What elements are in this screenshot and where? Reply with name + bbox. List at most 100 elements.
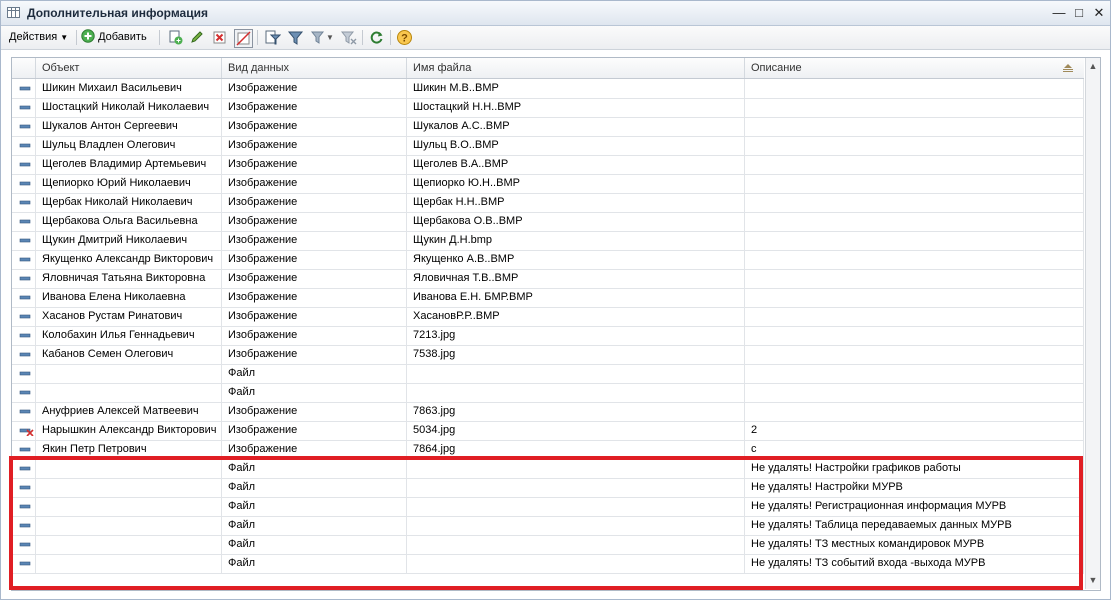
cell-data-type[interactable]: Изображение — [222, 117, 407, 136]
cell-description[interactable]: Не удалять! Настройки графиков работы — [745, 459, 1084, 478]
filter-by-value-icon[interactable] — [287, 29, 304, 46]
cell-file-name[interactable]: 7863.jpg — [407, 402, 745, 421]
cell-description[interactable] — [745, 288, 1084, 307]
table-row[interactable]: Якущенко Александр Викторович Изображение… — [12, 250, 1084, 270]
scroll-down-arrow-icon[interactable]: ▼ — [1088, 575, 1098, 585]
table-row[interactable]: Файл — [12, 383, 1084, 403]
table-row[interactable]: Щербак Николай Николаевич Изображение Щерб… — [12, 193, 1084, 213]
cell-file-name[interactable] — [407, 497, 745, 516]
cell-description[interactable] — [745, 326, 1084, 345]
cell-description[interactable] — [745, 117, 1084, 136]
cell-description[interactable] — [745, 174, 1084, 193]
edit-pencil-icon[interactable] — [189, 29, 206, 46]
table-row[interactable]: Шостацкий Николай Николаевич Изображение Ш… — [12, 98, 1084, 118]
table-row[interactable]: Файл Не удалять! Настройки МУРВ — [12, 478, 1084, 498]
cell-description[interactable] — [745, 269, 1084, 288]
clear-filter-icon[interactable] — [340, 29, 357, 46]
refresh-icon[interactable] — [368, 29, 385, 46]
cell-file-name[interactable]: Щеголев В.А..BMP — [407, 155, 745, 174]
table-row[interactable]: Шульц Владлен Олегович Изображение Шульц В… — [12, 136, 1084, 156]
table-row[interactable]: Файл Не удалять! Настройки графиков работ… — [12, 459, 1084, 479]
cell-object[interactable] — [36, 364, 222, 383]
cell-data-type[interactable]: Файл — [222, 478, 407, 497]
cell-file-name[interactable]: 7864.jpg — [407, 440, 745, 459]
cell-file-name[interactable]: Шостацкий Н.Н..BMP — [407, 98, 745, 117]
table-row[interactable]: Файл Не удалять! ТЗ событий входа -выхода… — [12, 554, 1084, 574]
cell-object[interactable]: Шульц Владлен Олегович — [36, 136, 222, 155]
cell-file-name[interactable] — [407, 516, 745, 535]
cell-data-type[interactable]: Изображение — [222, 174, 407, 193]
cell-object[interactable] — [36, 516, 222, 535]
cell-file-name[interactable] — [407, 535, 745, 554]
cell-data-type[interactable]: Изображение — [222, 269, 407, 288]
cell-file-name[interactable]: Щербак Н.Н..BMP — [407, 193, 745, 212]
cell-data-type[interactable]: Файл — [222, 364, 407, 383]
table-row[interactable]: Щукин Дмитрий Николаевич Изображение Щукин… — [12, 231, 1084, 251]
table-row[interactable]: Файл Не удалять! ТЗ местных командировок … — [12, 535, 1084, 555]
cell-file-name[interactable] — [407, 383, 745, 402]
cell-object[interactable]: Яловничая Татьяна Викторовна — [36, 269, 222, 288]
cell-file-name[interactable]: Шикин М.В..BMP — [407, 79, 745, 98]
cell-data-type[interactable]: Файл — [222, 554, 407, 573]
cell-file-name[interactable]: 7213.jpg — [407, 326, 745, 345]
table-row[interactable]: Файл — [12, 364, 1084, 384]
cell-description[interactable] — [745, 231, 1084, 250]
cell-object[interactable]: Шостацкий Николай Николаевич — [36, 98, 222, 117]
cell-description[interactable] — [745, 212, 1084, 231]
cell-object[interactable]: Хасанов Рустам Ринатович — [36, 307, 222, 326]
table-row[interactable]: Шикин Михаил Васильевич Изображение Шикин … — [12, 79, 1084, 99]
cell-data-type[interactable]: Файл — [222, 535, 407, 554]
delete-icon[interactable] — [211, 29, 228, 46]
cell-file-name[interactable]: 5034.jpg — [407, 421, 745, 440]
cell-object[interactable]: Якин Петр Петрович — [36, 440, 222, 459]
cell-description[interactable] — [745, 364, 1084, 383]
scroll-up-arrow-icon[interactable]: ▲ — [1088, 61, 1098, 71]
cell-file-name[interactable]: Щербакова О.В..BMP — [407, 212, 745, 231]
cell-description[interactable]: Не удалять! Настройки МУРВ — [745, 478, 1084, 497]
table-row[interactable]: Хасанов Рустам Ринатович Изображение Хасан… — [12, 307, 1084, 327]
cell-object[interactable] — [36, 459, 222, 478]
cell-description[interactable]: Не удалять! Таблица передаваемых данных … — [745, 516, 1084, 535]
add-button[interactable]: Добавить — [81, 29, 147, 46]
actions-menu-button[interactable]: Действия ▼ — [9, 29, 68, 46]
cell-object[interactable]: Щербак Николай Николаевич — [36, 193, 222, 212]
cell-file-name[interactable]: ХасановР.Р..BMP — [407, 307, 745, 326]
cell-description[interactable] — [745, 402, 1084, 421]
header-description[interactable]: Описание — [745, 58, 1084, 78]
cell-data-type[interactable]: Изображение — [222, 288, 407, 307]
filter-settings-icon[interactable] — [264, 29, 281, 46]
cell-object[interactable]: Щеголев Владимир Артемьевич — [36, 155, 222, 174]
cell-file-name[interactable]: Якущенко А.В..BMP — [407, 250, 745, 269]
table-row[interactable]: Щепиорко Юрий Николаевич Изображение Щепио… — [12, 174, 1084, 194]
cell-object[interactable]: Колобахин Илья Геннадьевич — [36, 326, 222, 345]
cell-file-name[interactable]: Иванова Е.Н. БМР.BMP — [407, 288, 745, 307]
cell-description[interactable] — [745, 307, 1084, 326]
cell-object[interactable]: Ануфриев Алексей Матвеевич — [36, 402, 222, 421]
cell-object[interactable] — [36, 554, 222, 573]
cell-object[interactable]: Щепиорко Юрий Николаевич — [36, 174, 222, 193]
cell-data-type[interactable]: Изображение — [222, 345, 407, 364]
cell-object[interactable] — [36, 478, 222, 497]
cell-description[interactable] — [745, 345, 1084, 364]
mark-deletion-icon[interactable] — [234, 29, 253, 48]
cell-file-name[interactable]: 7538.jpg — [407, 345, 745, 364]
table-row[interactable]: Якин Петр Петрович Изображение 7864.jpg c — [12, 440, 1084, 460]
cell-data-type[interactable]: Изображение — [222, 307, 407, 326]
cell-data-type[interactable]: Изображение — [222, 136, 407, 155]
cell-file-name[interactable] — [407, 364, 745, 383]
cell-data-type[interactable]: Изображение — [222, 440, 407, 459]
table-row[interactable]: Иванова Елена Николаевна Изображение Ивано… — [12, 288, 1084, 308]
cell-data-type[interactable]: Изображение — [222, 326, 407, 345]
cell-data-type[interactable]: Изображение — [222, 193, 407, 212]
filter-history-icon[interactable] — [310, 29, 327, 46]
cell-file-name[interactable]: Щукин Д.Н.bmp — [407, 231, 745, 250]
close-button[interactable]: ✕ — [1091, 5, 1107, 21]
cell-data-type[interactable]: Файл — [222, 516, 407, 535]
cell-description[interactable] — [745, 155, 1084, 174]
cell-object[interactable]: Якущенко Александр Викторович — [36, 250, 222, 269]
cell-description[interactable]: c — [745, 440, 1084, 459]
maximize-button[interactable]: □ — [1071, 5, 1087, 21]
cell-data-type[interactable]: Файл — [222, 383, 407, 402]
table-row[interactable]: Щербакова Ольга Васильевна Изображение Щер… — [12, 212, 1084, 232]
cell-data-type[interactable]: Изображение — [222, 212, 407, 231]
